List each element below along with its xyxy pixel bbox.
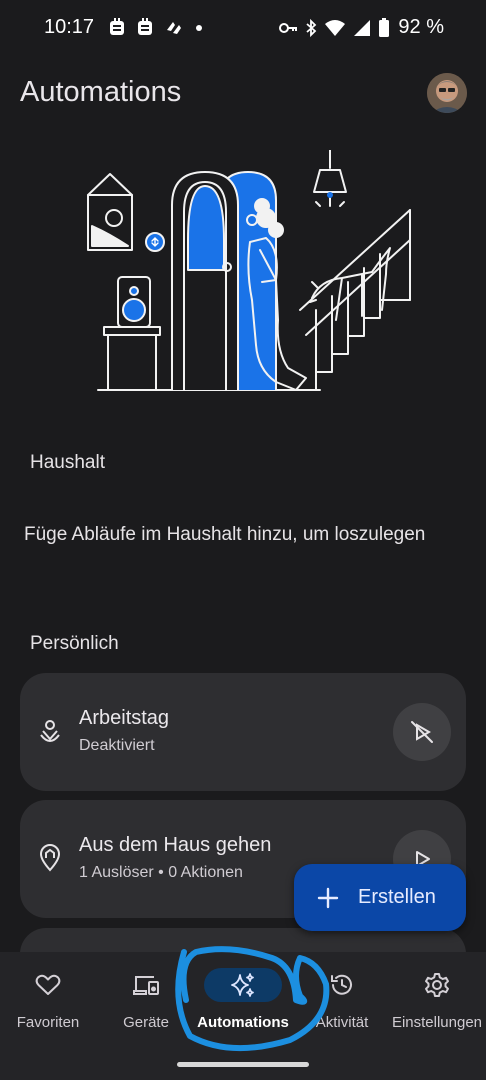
- gear-icon: [425, 973, 449, 997]
- system-icons: 92 %: [278, 16, 444, 39]
- battery-icon: [379, 17, 390, 37]
- nav-item-einstellungen[interactable]: Einstellungen: [388, 952, 486, 1042]
- disabled-play-button[interactable]: [393, 703, 451, 761]
- vpn-key-icon: [279, 22, 298, 33]
- nav-label: Einstellungen: [391, 1014, 483, 1031]
- status-bar: 10:17 92 %: [0, 0, 486, 56]
- create-button[interactable]: Erstellen: [294, 864, 466, 931]
- dot-icon: [196, 25, 202, 31]
- notification-icons: [108, 18, 204, 38]
- section-title-household: Haushalt: [30, 452, 105, 473]
- avatar[interactable]: [427, 73, 467, 113]
- automation-subtitle: Deaktiviert: [79, 737, 155, 754]
- nav-label: Automations: [197, 1014, 289, 1031]
- page-title: Automations: [20, 76, 182, 108]
- notification-app-icon: [138, 18, 152, 35]
- sparkle-icon: [231, 973, 254, 997]
- automations-illustration: [87, 150, 411, 391]
- devices-icon: [133, 976, 159, 995]
- cell-signal-icon: [354, 19, 371, 36]
- create-button-label: Erstellen: [358, 886, 436, 908]
- notification-app-icon: [167, 22, 181, 34]
- bottom-navigation: Favoriten Geräte Automations Aktivität E…: [0, 952, 486, 1080]
- status-time: 10:17: [44, 16, 95, 38]
- nav-item-geraete[interactable]: Geräte: [110, 952, 182, 1042]
- nav-label: Aktivität: [315, 1014, 369, 1031]
- wifi-icon: [325, 19, 346, 36]
- bluetooth-icon: [306, 18, 317, 37]
- heart-icon: [35, 974, 61, 995]
- automation-subtitle: 1 Auslöser • 0 Aktionen: [79, 864, 243, 881]
- household-empty-text: Füge Abläufe im Haushalt hinzu, um loszu…: [24, 524, 426, 545]
- nav-item-favoriten[interactable]: Favoriten: [10, 952, 86, 1042]
- nav-icon-container: [310, 968, 374, 1002]
- plus-icon: [317, 887, 339, 908]
- nav-item-automations[interactable]: Automations: [190, 952, 296, 1042]
- location-person-icon: [40, 720, 60, 742]
- automation-card-arbeitstag[interactable]: Arbeitstag Deaktiviert: [20, 673, 466, 791]
- notification-app-icon: [110, 18, 124, 35]
- nav-icon-container: [204, 968, 282, 1002]
- nav-icon-container: [405, 968, 469, 1002]
- nav-item-aktivitaet[interactable]: Aktivität: [304, 952, 380, 1042]
- nav-label: Geräte: [123, 1014, 169, 1031]
- avatar-image: [427, 73, 467, 113]
- nav-label: Favoriten: [16, 1014, 80, 1031]
- history-icon: [331, 974, 352, 995]
- nav-icon-container: [114, 968, 178, 1002]
- automation-title: Aus dem Haus gehen: [79, 834, 272, 856]
- home-indicator[interactable]: [177, 1062, 309, 1067]
- nav-icon-container: [16, 968, 80, 1002]
- location-home-icon: [39, 844, 61, 872]
- battery-percentage: 92 %: [398, 16, 444, 38]
- disabled-play-icon: [411, 721, 433, 743]
- section-title-personal: Persönlich: [30, 633, 119, 654]
- automation-title: Arbeitstag: [79, 707, 170, 729]
